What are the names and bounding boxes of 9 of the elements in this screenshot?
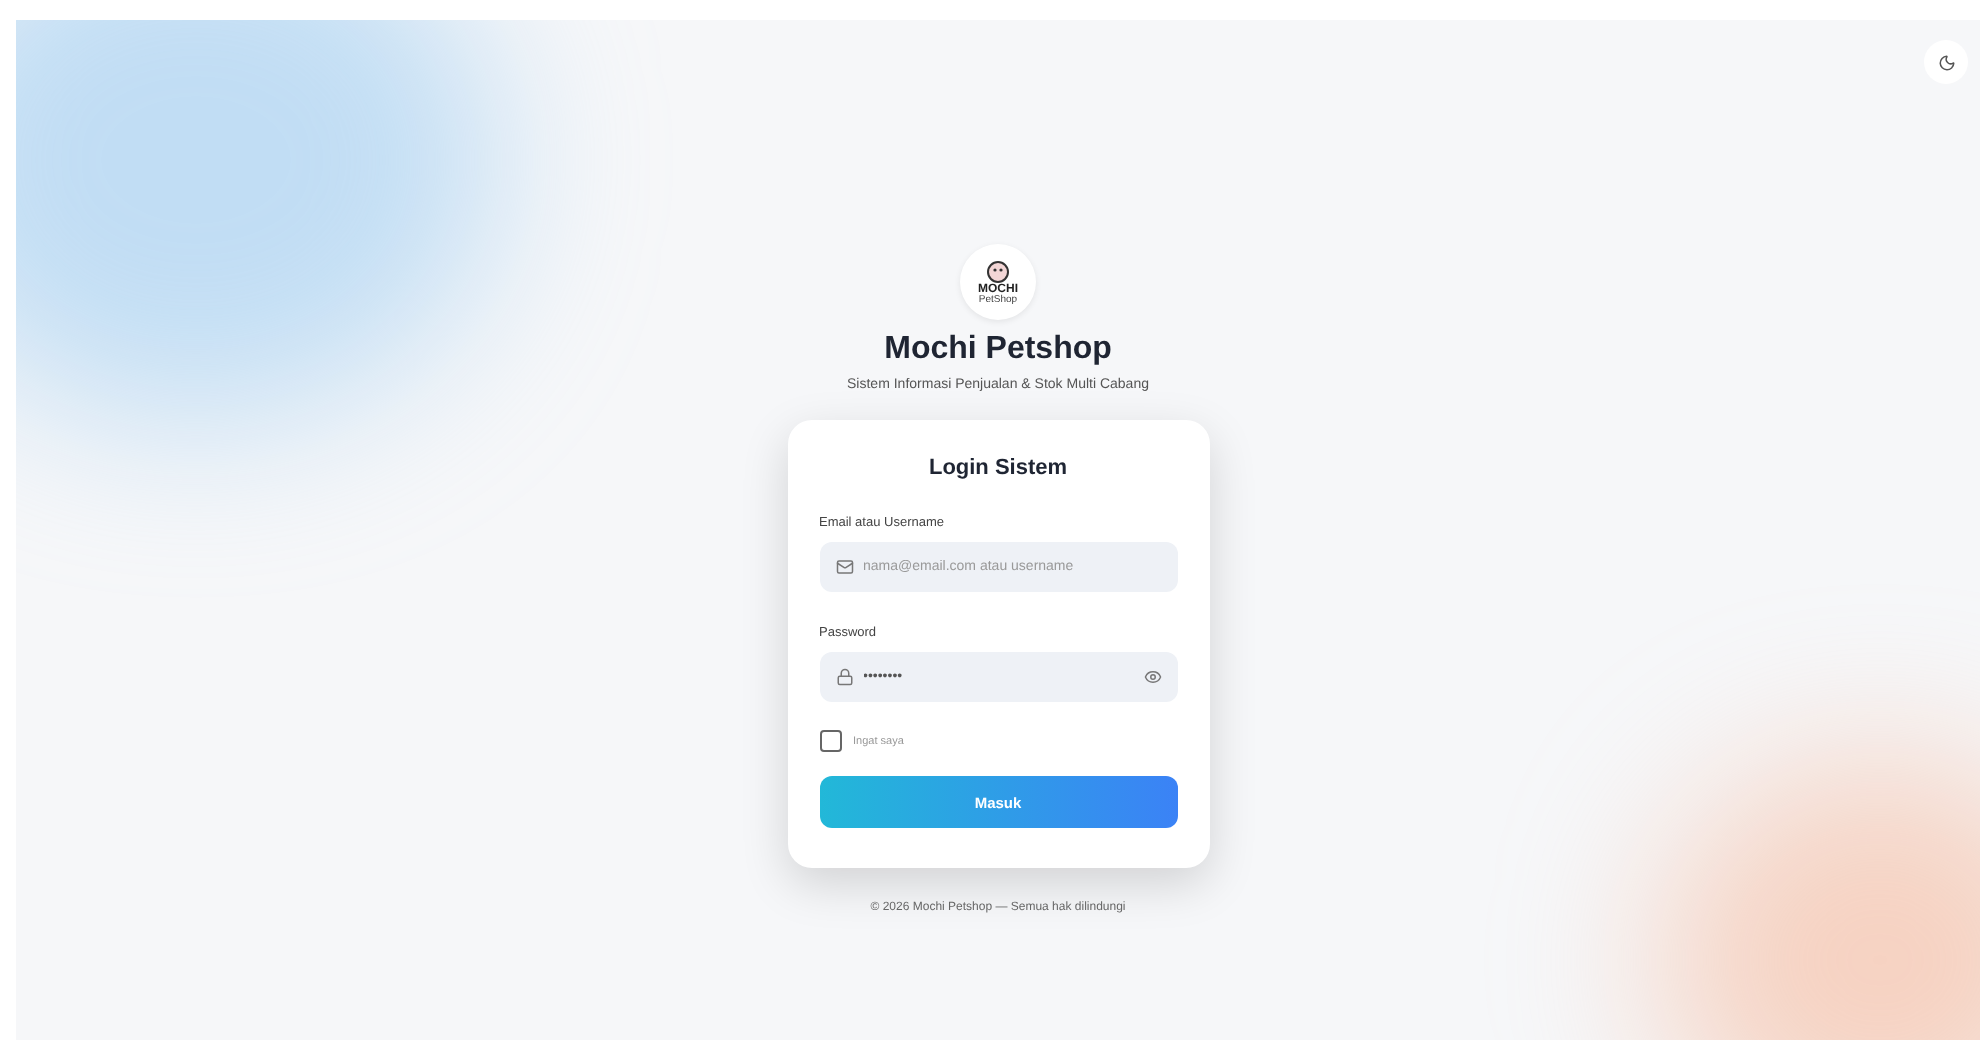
lock-icon xyxy=(835,668,853,686)
mail-icon xyxy=(835,558,853,576)
card-title: Login Sistem xyxy=(926,456,1070,480)
theme-toggle-button[interactable] xyxy=(1924,40,1968,84)
eye-icon[interactable] xyxy=(1143,668,1161,686)
moon-icon xyxy=(1937,53,1955,71)
pet-icon xyxy=(986,259,1010,283)
app-title: Mochi Petshop xyxy=(884,332,1112,368)
remember-checkbox[interactable] xyxy=(819,730,841,752)
